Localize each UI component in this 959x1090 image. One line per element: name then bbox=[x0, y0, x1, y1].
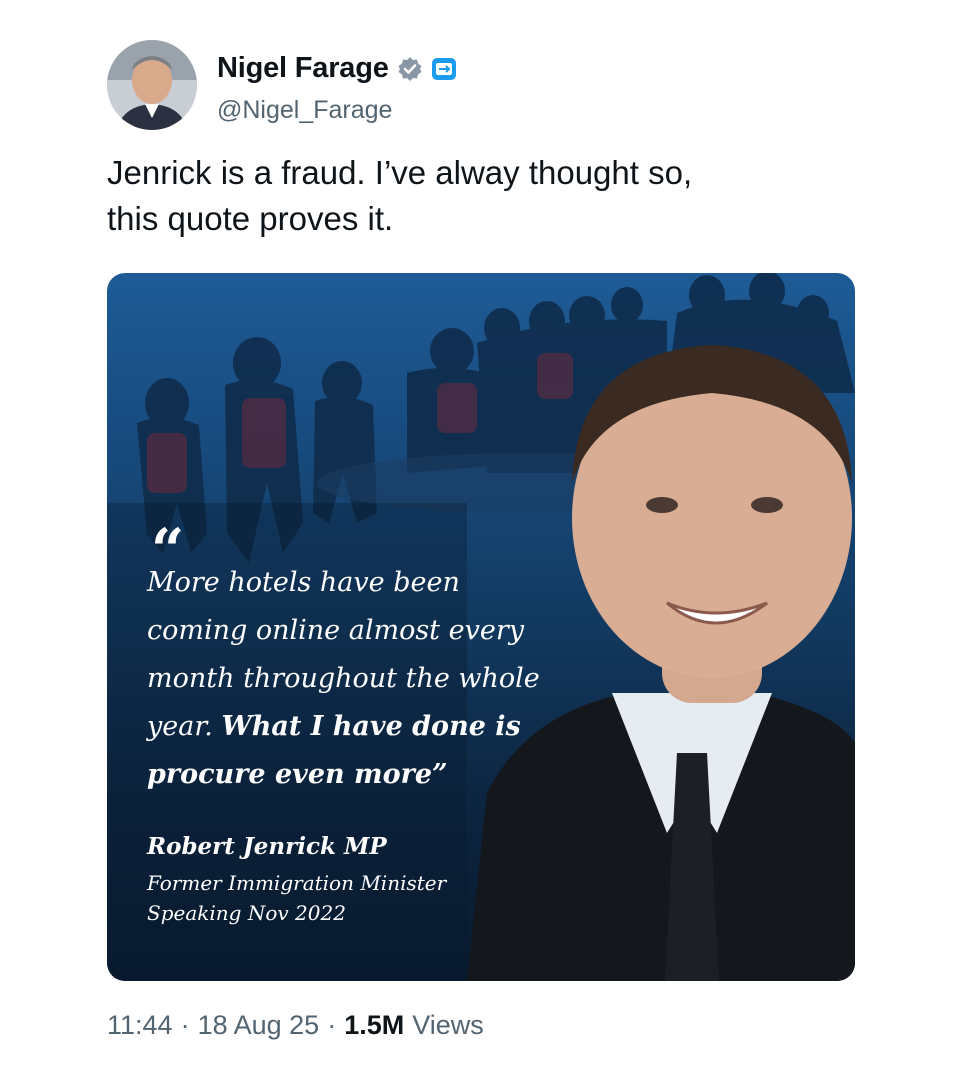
quote-line: More hotels have been bbox=[147, 567, 460, 598]
quote-text: More hotels have been coming online almo… bbox=[147, 559, 617, 799]
meta-separator: · bbox=[327, 1010, 337, 1040]
quote-attribution-role: Former Immigration Minister bbox=[147, 871, 447, 895]
tweet-metadata: 11:44 · 18 Aug 25 · 1.5M Views bbox=[107, 1010, 484, 1041]
name-row: Nigel Farage bbox=[217, 52, 457, 85]
quote-line: coming online almost every bbox=[147, 615, 524, 646]
meta-separator: · bbox=[180, 1010, 190, 1040]
views-label: Views bbox=[412, 1010, 484, 1040]
quote-attribution-date: Speaking Nov 2022 bbox=[147, 901, 346, 925]
author-avatar[interactable] bbox=[107, 40, 197, 130]
quote-line: month throughout the whole bbox=[147, 663, 540, 694]
views-count[interactable]: 1.5M bbox=[344, 1010, 404, 1041]
affiliation-badge-icon[interactable] bbox=[431, 56, 457, 82]
tweet-date[interactable]: 18 Aug 25 bbox=[198, 1010, 320, 1041]
author-handle[interactable]: @Nigel_Farage bbox=[217, 96, 392, 125]
quote-emphasis: procure even more” bbox=[147, 759, 448, 790]
quote-line-part: year. bbox=[147, 711, 222, 742]
quote-line: year. What I have done is bbox=[147, 703, 617, 751]
quote-emphasis: What I have done is bbox=[221, 711, 521, 742]
tweet-media-image[interactable]: “ More hotels have been coming online al… bbox=[107, 273, 855, 981]
tweet-text: Jenrick is a fraud. I’ve alway thought s… bbox=[107, 150, 867, 242]
tweet-text-line: this quote proves it. bbox=[107, 200, 394, 237]
quote-attribution-name: Robert Jenrick MP bbox=[147, 833, 387, 860]
tweet-text-line: Jenrick is a fraud. I’ve alway thought s… bbox=[107, 154, 693, 191]
verified-badge-icon[interactable] bbox=[397, 56, 423, 82]
tweet-header: Nigel Farage @Nigel_Farage bbox=[107, 40, 867, 132]
author-display-name[interactable]: Nigel Farage bbox=[217, 52, 389, 85]
quote-line: procure even more” bbox=[147, 751, 617, 799]
tweet-time[interactable]: 11:44 bbox=[107, 1010, 173, 1041]
